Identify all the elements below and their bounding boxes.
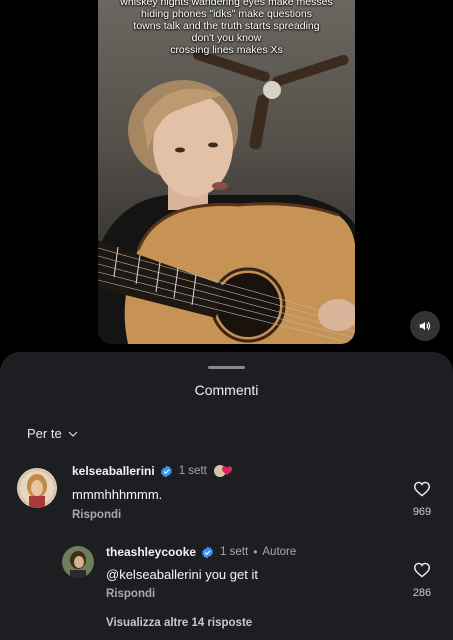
avatar[interactable] (17, 468, 57, 508)
sheet-title: Commenti (194, 382, 259, 398)
author-tag: Autore (262, 546, 297, 558)
heart-icon[interactable] (413, 481, 431, 497)
comment-header: theashleycooke 1 sett • Autore (106, 545, 296, 559)
reply-button[interactable]: Rispondi (72, 509, 121, 521)
caption-line: don't you know (191, 32, 262, 44)
caption-line: towns talk and the truth starts spreadin… (133, 20, 320, 32)
comment-username[interactable]: kelseaballerini (72, 464, 155, 478)
filter-label: Per te (27, 426, 62, 441)
comment-text: @kelseaballerini you get it (106, 567, 258, 582)
avatar-image (62, 546, 94, 578)
comment-like[interactable]: 286 (402, 562, 442, 599)
sound-toggle-button[interactable] (410, 311, 440, 341)
chevron-down-icon (68, 431, 78, 437)
comment-time: 1 sett (220, 546, 249, 558)
comment-time: 1 sett (178, 465, 207, 477)
caption-line: crossing lines makes Xs (170, 44, 283, 56)
view-more-replies-link[interactable]: Visualizza altre 14 risposte (106, 617, 252, 629)
like-count: 286 (412, 587, 432, 599)
comment-filter-dropdown[interactable]: Per te (27, 426, 79, 441)
video-player[interactable]: whiskey nights wandering eyes make messe… (98, 0, 355, 344)
verified-badge-icon (160, 465, 173, 478)
comment-username[interactable]: theashleycooke (106, 545, 196, 559)
comment-like[interactable]: 969 (402, 481, 442, 518)
reply-button[interactable]: Rispondi (106, 588, 155, 600)
separator-dot: • (253, 545, 258, 559)
comment-header: kelseaballerini 1 sett (72, 464, 235, 478)
comments-sheet: Commenti Per te kelseaballerini 1 sett m… (0, 352, 453, 640)
avatar-image (17, 468, 57, 508)
sticker-hearts-icon (213, 464, 235, 478)
drag-handle[interactable] (208, 366, 245, 369)
caption-line: whiskey nights wandering eyes make messe… (120, 0, 333, 8)
avatar[interactable] (62, 546, 94, 578)
speaker-icon (419, 321, 431, 331)
comment-text: mmmhhhmmm. (72, 487, 163, 502)
heart-icon[interactable] (413, 562, 431, 578)
caption-line: hiding phones "idks" make questions (141, 8, 312, 20)
video-caption: whiskey nights wandering eyes make messe… (98, 0, 355, 56)
verified-badge-icon (201, 546, 214, 559)
video-area: whiskey nights wandering eyes make messe… (0, 0, 453, 352)
like-count: 969 (412, 506, 432, 518)
